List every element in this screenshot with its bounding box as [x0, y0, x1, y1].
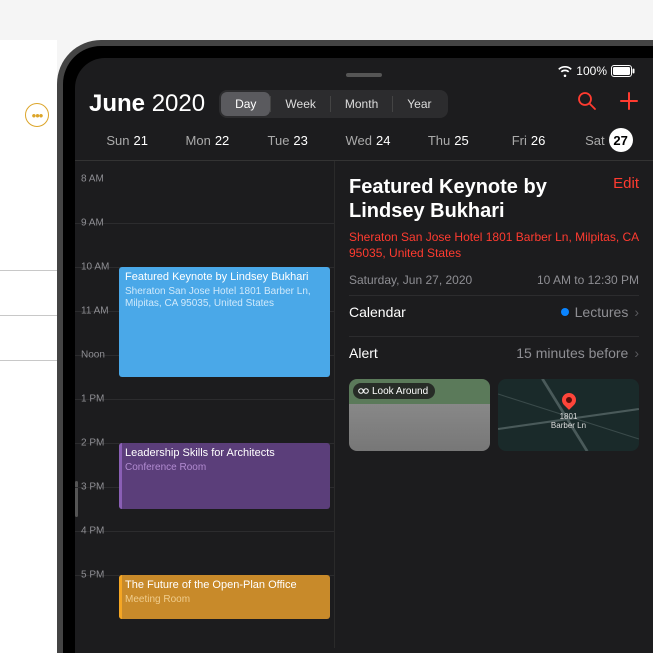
calendar-row[interactable]: Calendar Lectures › [349, 295, 639, 328]
hour-label: 10 AM [81, 262, 109, 273]
battery-percentage: 100% [576, 64, 607, 78]
day-sat-27[interactable]: Sat 27 [569, 128, 649, 152]
event-color-bar [119, 575, 122, 619]
more-options-button[interactable]: ••• [25, 103, 49, 127]
notes-rule-line [0, 270, 57, 271]
map-previews: Look Around 1801 Barber Ln [349, 379, 639, 451]
hour-label: 1 PM [81, 394, 104, 405]
lookaround-badge: Look Around [353, 383, 435, 399]
day-timeline[interactable]: 8 AM 9 AM 10 AM 11 AM Noon 1 PM 2 PM 3 P… [75, 161, 335, 648]
day-wed-24[interactable]: Wed 24 [328, 128, 408, 152]
month-year-label[interactable]: June 2020 [89, 90, 205, 118]
event-title: Leadership Skills for Architects [125, 447, 324, 461]
calendar-header: June 2020 Day Week Month Year [75, 84, 653, 128]
event-title: Featured Keynote by Lindsey Bukhari [125, 271, 324, 285]
hour-label: 11 AM [81, 306, 109, 317]
event-leadership[interactable]: Leadership Skills for Architects Confere… [119, 443, 330, 509]
edit-button[interactable]: Edit [613, 175, 639, 192]
hour-label: 2 PM [81, 438, 104, 449]
calendar-label: Calendar [349, 304, 406, 320]
hour-label: 9 AM [81, 218, 104, 229]
hour-line [75, 223, 334, 224]
ipad-frame: 100% June 2020 Day Week Month Year [57, 40, 653, 653]
map-tile[interactable]: 1801 Barber Ln [498, 379, 639, 451]
status-bar: 100% [75, 58, 653, 84]
view-switcher: Day Week Month Year [219, 90, 447, 118]
view-day[interactable]: Day [221, 92, 270, 116]
calendar-value: Lectures [575, 304, 629, 320]
detail-date-value: Saturday, Jun 27, 2020 [349, 273, 472, 287]
day-sun-21[interactable]: Sun 21 [87, 128, 167, 152]
calendar-app: 100% June 2020 Day Week Month Year [75, 58, 653, 653]
detail-datetime: Saturday, Jun 27, 2020 10 AM to 12:30 PM [349, 273, 639, 287]
map-address-label: 1801 Barber Ln [551, 412, 586, 430]
chevron-right-icon: › [634, 304, 639, 320]
detail-title: Featured Keynote by Lindsey Bukhari [349, 175, 613, 223]
battery-icon [611, 65, 635, 77]
day-tue-23[interactable]: Tue 23 [248, 128, 328, 152]
search-icon[interactable] [577, 91, 597, 117]
view-week[interactable]: Week [271, 92, 329, 116]
alert-row[interactable]: Alert 15 minutes before › [349, 336, 639, 369]
alert-label: Alert [349, 345, 378, 361]
wifi-icon [558, 65, 572, 77]
calendar-main: 8 AM 9 AM 10 AM 11 AM Noon 1 PM 2 PM 3 P… [75, 161, 653, 648]
hour-label: Noon [81, 350, 105, 361]
ellipsis-icon: ••• [32, 108, 43, 123]
weekday-selector: Sun 21 Mon 22 Tue 23 Wed 24 Thu 25 Fri 2… [75, 128, 653, 161]
notes-rule-line [0, 360, 57, 361]
event-location: Conference Room [125, 462, 324, 475]
chevron-right-icon: › [634, 345, 639, 361]
notes-rule-line [0, 315, 57, 316]
add-event-icon[interactable] [619, 91, 639, 117]
hour-label: 8 AM [81, 174, 104, 185]
hour-line [75, 399, 334, 400]
lookaround-tile[interactable]: Look Around [349, 379, 490, 451]
event-keynote[interactable]: Featured Keynote by Lindsey Bukhari Sher… [119, 267, 330, 377]
day-mon-22[interactable]: Mon 22 [167, 128, 247, 152]
view-month[interactable]: Month [331, 92, 392, 116]
detail-time-value: 10 AM to 12:30 PM [537, 273, 639, 287]
hour-label: 3 PM [81, 482, 104, 493]
event-color-bar [119, 443, 122, 509]
event-location: Meeting Room [125, 594, 324, 607]
split-view-secondary-app: ••• [0, 40, 57, 653]
header-actions [577, 91, 639, 117]
detail-location[interactable]: Sheraton San Jose Hotel 1801 Barber Ln, … [349, 229, 639, 261]
hour-line [75, 531, 334, 532]
detail-header: Featured Keynote by Lindsey Bukhari Edit [349, 175, 639, 223]
multitasking-handle[interactable] [346, 73, 382, 77]
event-detail-pane: Featured Keynote by Lindsey Bukhari Edit… [335, 161, 653, 648]
alert-value: 15 minutes before [516, 345, 628, 361]
view-year[interactable]: Year [393, 92, 445, 116]
binoculars-icon [358, 385, 369, 397]
event-title: The Future of the Open-Plan Office [125, 579, 324, 593]
event-location: Sheraton San Jose Hotel 1801 Barber Ln, … [125, 286, 324, 311]
hour-label: 4 PM [81, 526, 104, 537]
hour-label: 5 PM [81, 570, 104, 581]
event-openplan[interactable]: The Future of the Open-Plan Office Meeti… [119, 575, 330, 619]
day-thu-25[interactable]: Thu 25 [408, 128, 488, 152]
calendar-color-dot [561, 308, 569, 316]
day-fri-26[interactable]: Fri 26 [488, 128, 568, 152]
